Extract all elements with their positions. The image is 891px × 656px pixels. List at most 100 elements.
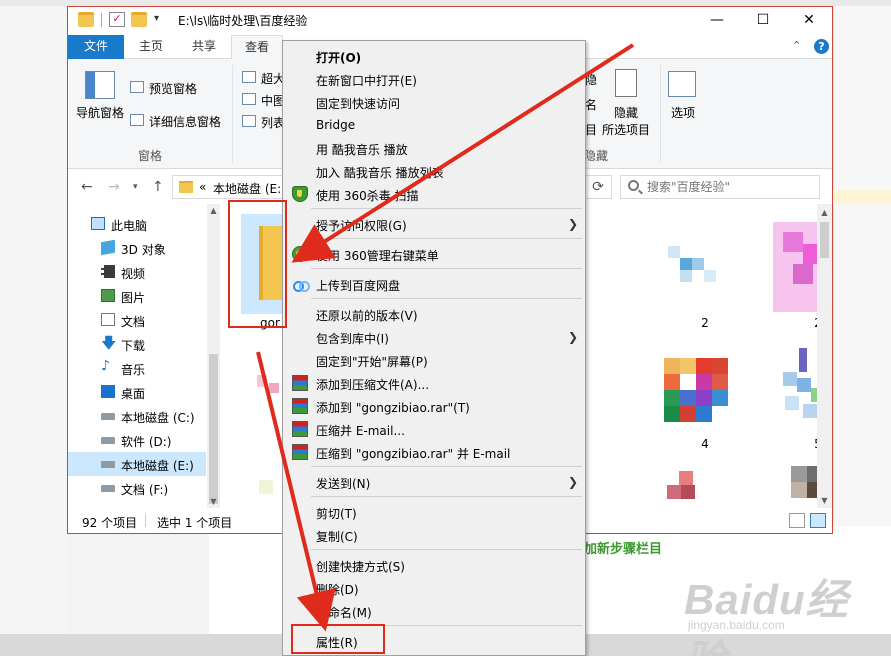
- menu-item-create-shortcut[interactable]: 创建快捷方式(S): [283, 554, 585, 576]
- menu-item-360-manage[interactable]: 使用 360管理右键菜单: [283, 243, 585, 265]
- nav-item-drive-e[interactable]: 本地磁盘 (E:): [68, 452, 206, 476]
- tab-file[interactable]: 文件: [68, 35, 124, 59]
- scroll-down-icon[interactable]: ▼: [207, 495, 220, 508]
- scroll-up-icon[interactable]: ▲: [207, 204, 220, 217]
- hide-selected-label-line2[interactable]: 所选项目: [602, 121, 650, 138]
- navigation-pane-scrollbar[interactable]: ▲ ▼: [207, 204, 220, 508]
- menu-item-restore-versions[interactable]: 还原以前的版本(V): [283, 303, 585, 325]
- annotation-highlight-properties: [291, 624, 385, 654]
- details-pane-button[interactable]: 详细信息窗格: [149, 113, 221, 130]
- nav-item-drive-d[interactable]: 软件 (D:): [68, 428, 206, 452]
- menu-item-add-to-rar[interactable]: 添加到 "gongzibiao.rar"(T): [283, 395, 585, 417]
- hide-selected-label-line1[interactable]: 隐藏: [614, 104, 638, 121]
- film-icon: [101, 265, 115, 278]
- add-step-column-link[interactable]: 加新步骤栏目: [584, 538, 824, 557]
- list-view-icon: [242, 115, 256, 127]
- close-button[interactable]: ✕: [786, 7, 832, 35]
- menu-item-kuwo-play[interactable]: 用 酷我音乐 播放: [283, 137, 585, 159]
- nav-item-desktop[interactable]: 桌面: [68, 380, 206, 404]
- menu-item-label: 压缩并 E-mail...: [316, 424, 405, 438]
- menu-item-cut[interactable]: 剪切(T): [283, 501, 585, 523]
- details-pane-icon: [130, 114, 144, 126]
- scroll-down-icon[interactable]: ▼: [818, 494, 831, 507]
- collapse-ribbon-icon[interactable]: ⌃: [792, 39, 801, 52]
- menu-item-pin-quick-access[interactable]: 固定到快速访问: [283, 91, 585, 113]
- thumbnail-pixel: [696, 390, 712, 406]
- thumbnail-pixel: [664, 390, 680, 406]
- menu-item-include-library[interactable]: 包含到库中(I) ❯: [283, 326, 585, 348]
- menu-item-label: 删除(D): [316, 583, 359, 597]
- title-bar[interactable]: ✓ ▾ E:\ls\临时处理\百度经验 — ☐ ✕: [68, 7, 832, 35]
- navigation-pane-icon[interactable]: [85, 71, 115, 99]
- navigation-pane-button[interactable]: 导航窗格: [76, 104, 124, 121]
- menu-item-rename[interactable]: 重命名(M): [283, 600, 585, 622]
- menu-item-copy[interactable]: 复制(C): [283, 524, 585, 546]
- nav-item-pictures[interactable]: 图片: [68, 284, 206, 308]
- menu-item-pin-start[interactable]: 固定到"开始"屏幕(P): [283, 349, 585, 371]
- help-icon[interactable]: ?: [814, 39, 829, 54]
- menu-item-add-archive[interactable]: 添加到压缩文件(A)...: [283, 372, 585, 394]
- scroll-up-icon[interactable]: ▲: [818, 206, 831, 219]
- nav-item-drive-f[interactable]: 文档 (F:): [68, 476, 206, 500]
- details-view-icon[interactable]: [789, 513, 805, 528]
- nav-item-label: 此电脑: [111, 219, 148, 233]
- up-arrow-icon[interactable]: ↑: [152, 179, 164, 195]
- nav-item-documents[interactable]: 文档: [68, 308, 206, 332]
- menu-item-360-scan[interactable]: 使用 360杀毒 扫描: [283, 183, 585, 205]
- minimize-button[interactable]: —: [694, 7, 740, 35]
- menu-item-bridge[interactable]: Bridge: [283, 114, 585, 136]
- nav-item-music[interactable]: ♪ 音乐: [68, 356, 206, 380]
- large-icons-view-icon[interactable]: [810, 513, 826, 528]
- tab-view[interactable]: 查看: [231, 35, 283, 60]
- watermark-url: jingyan.baidu.com: [688, 618, 785, 632]
- tab-share[interactable]: 共享: [178, 35, 230, 59]
- options-button[interactable]: 选项: [671, 104, 695, 121]
- maximize-button[interactable]: ☐: [740, 7, 786, 35]
- thumbnail-pixel: [712, 390, 728, 406]
- show-hide-group-label: 隐藏: [584, 149, 609, 163]
- menu-item-baidu-upload[interactable]: 上传到百度网盘: [283, 273, 585, 295]
- nav-item-3d-objects[interactable]: 3D 对象: [68, 236, 206, 260]
- scrollbar-thumb[interactable]: [820, 222, 829, 258]
- refresh-button[interactable]: ⟳: [587, 177, 609, 197]
- forward-arrow-icon[interactable]: →: [108, 179, 120, 195]
- nav-item-this-pc[interactable]: 此电脑: [68, 212, 206, 236]
- address-path[interactable]: 本地磁盘 (E:: [213, 180, 281, 197]
- menu-item-open[interactable]: 打开(O): [283, 45, 585, 67]
- thumbnail-pixel: [696, 374, 712, 390]
- scrollbar-thumb[interactable]: [209, 354, 218, 504]
- status-separator: [145, 514, 146, 527]
- menu-item-kuwo-playlist[interactable]: 加入 酷我音乐 播放列表: [283, 160, 585, 182]
- search-input[interactable]: [647, 179, 817, 195]
- nav-item-downloads[interactable]: 🡇 下载: [68, 332, 206, 356]
- menu-item-compress-email[interactable]: 压缩并 E-mail...: [283, 418, 585, 440]
- show-hide-partial-label-top: 隐: [585, 73, 598, 87]
- submenu-chevron-icon: ❯: [568, 330, 579, 344]
- submenu-chevron-icon: ❯: [568, 217, 579, 231]
- menu-item-label: 重命名(M): [316, 606, 372, 620]
- image-thumbnail[interactable]: [658, 232, 743, 307]
- customize-quick-access-dropdown-icon[interactable]: ▾: [154, 13, 159, 24]
- thumbnail-pixel: [803, 404, 817, 418]
- menu-item-open-new-window[interactable]: 在新窗口中打开(E): [283, 68, 585, 90]
- recent-locations-chevron-icon[interactable]: ▾: [133, 182, 138, 192]
- search-box[interactable]: [620, 175, 820, 199]
- menu-item-compress-rar-email[interactable]: 压缩到 "gongzibiao.rar" 并 E-mail: [283, 441, 585, 463]
- menu-item-grant-access[interactable]: 授予访问权限(G) ❯: [283, 213, 585, 235]
- winrar-icon: [292, 398, 308, 414]
- image-thumbnail[interactable]: [661, 469, 741, 508]
- file-list-scrollbar[interactable]: ▲ ▼: [817, 204, 832, 508]
- nav-item-videos[interactable]: 视频: [68, 260, 206, 284]
- back-arrow-icon[interactable]: ←: [81, 179, 93, 195]
- properties-check-icon[interactable]: ✓: [109, 12, 125, 27]
- menu-item-label: 包含到库中(I): [316, 332, 389, 346]
- baidu-netdisk-icon: [292, 276, 310, 292]
- tab-home[interactable]: 主页: [126, 35, 176, 59]
- menu-item-send-to[interactable]: 发送到(N) ❯: [283, 471, 585, 493]
- menu-item-delete[interactable]: 删除(D): [283, 577, 585, 599]
- preview-pane-button[interactable]: 预览窗格: [149, 80, 197, 97]
- nav-item-drive-c[interactable]: 本地磁盘 (C:): [68, 404, 206, 428]
- new-folder-icon[interactable]: [131, 12, 147, 27]
- image-thumbnail[interactable]: [658, 354, 743, 434]
- address-overflow-chevron[interactable]: «: [199, 180, 206, 194]
